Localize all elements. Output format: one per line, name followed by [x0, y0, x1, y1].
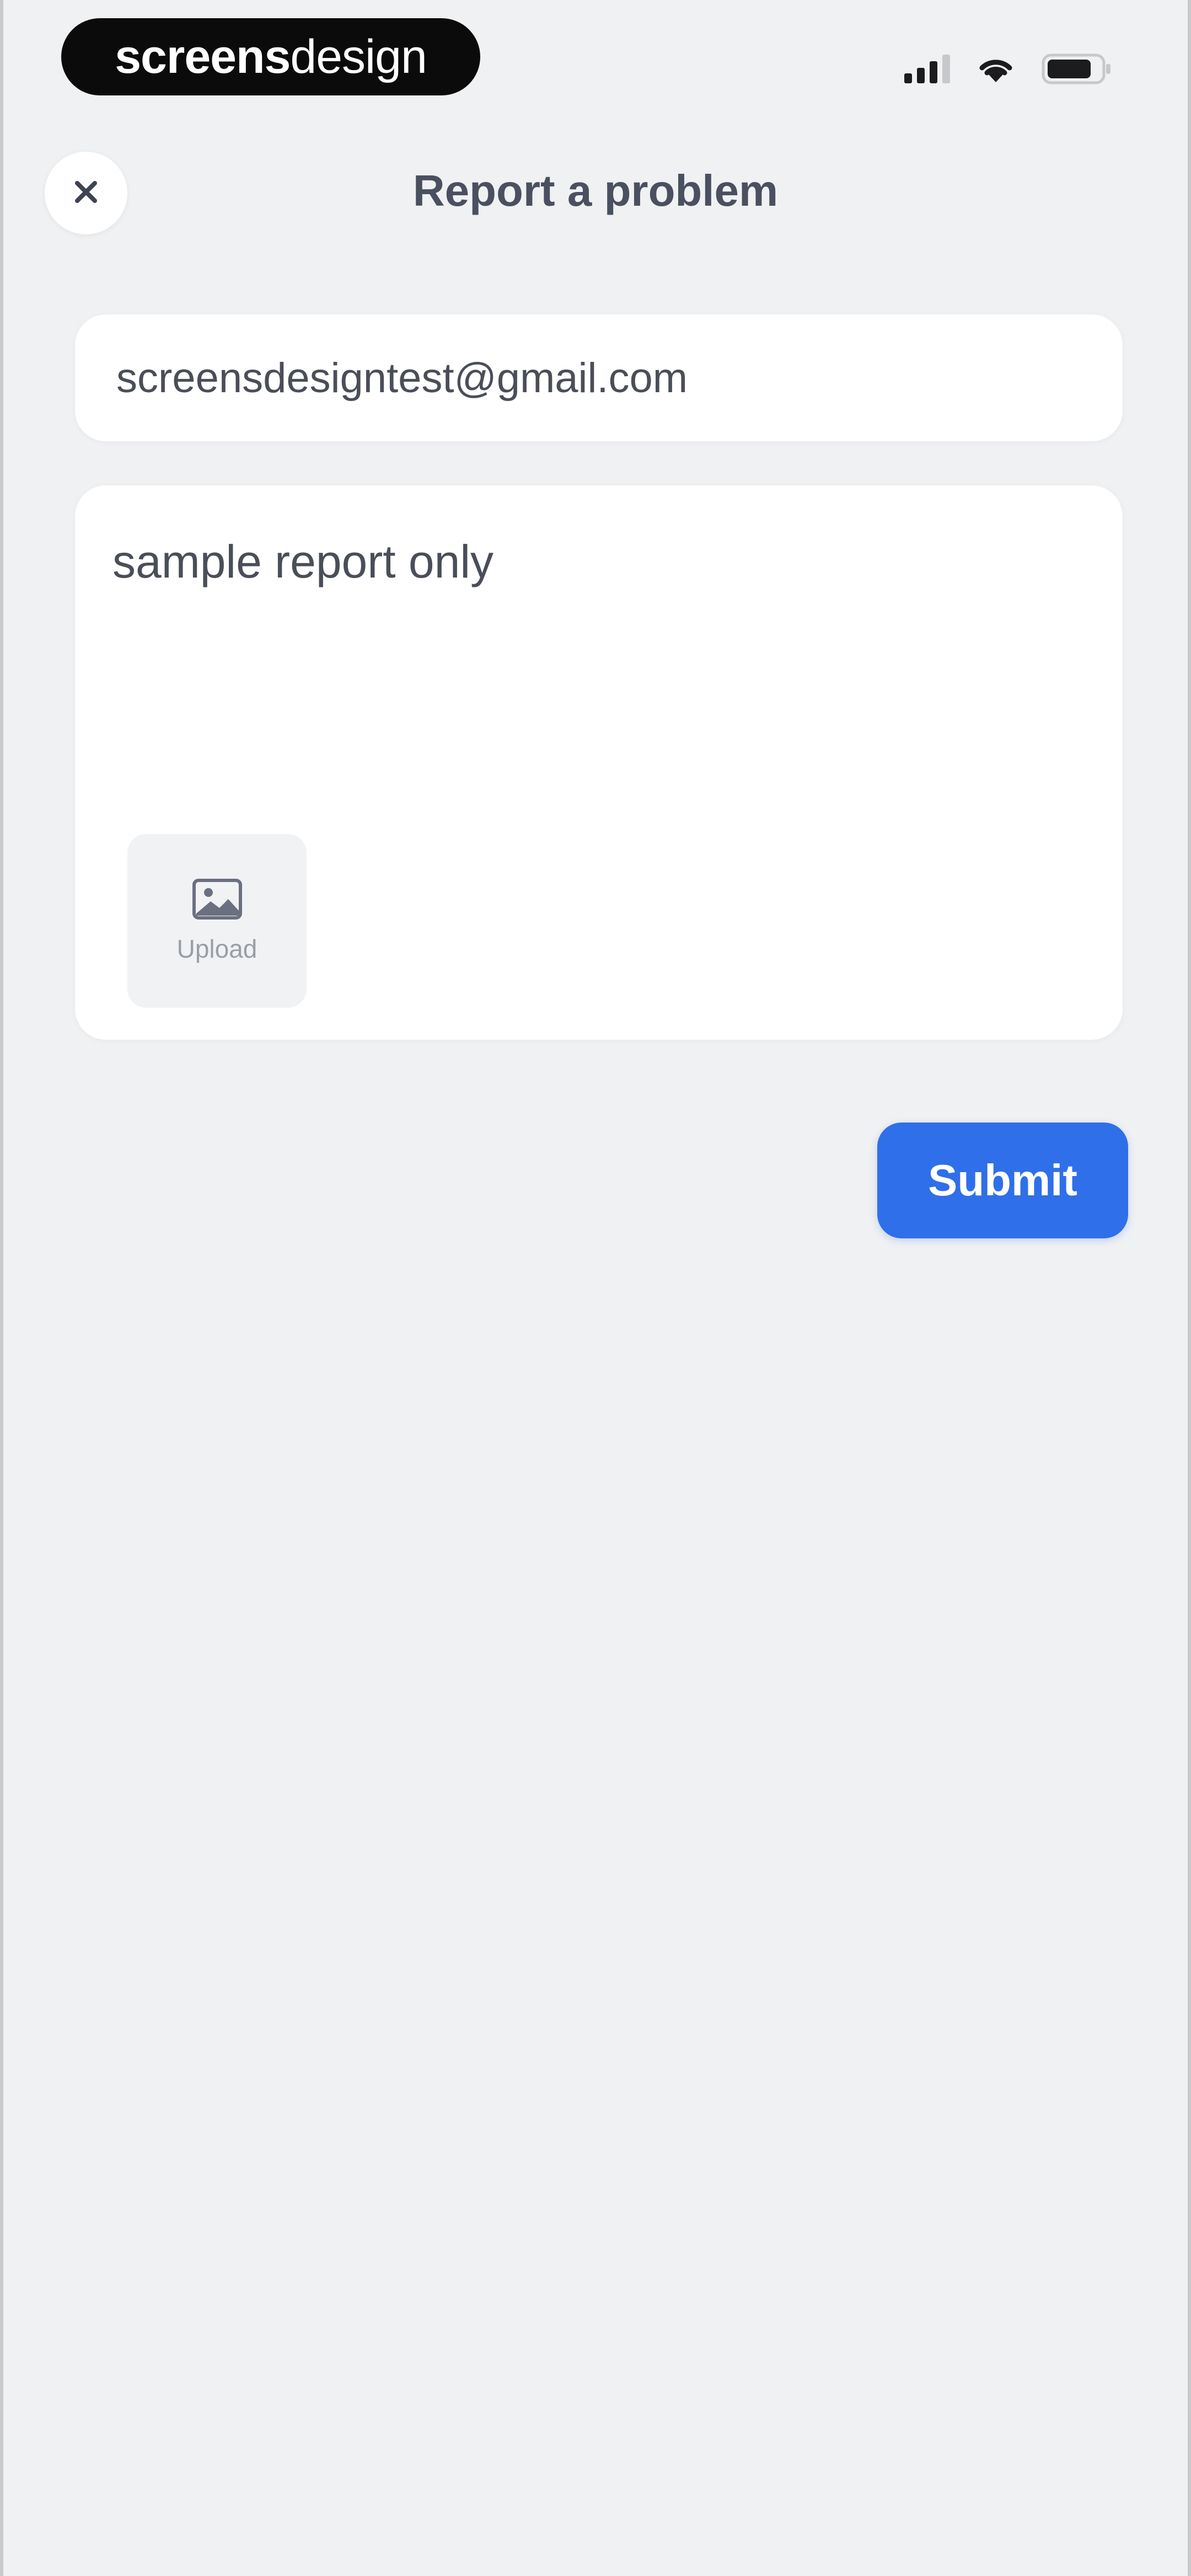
page-title: Report a problem	[412, 166, 779, 215]
brand-logo-light: design	[290, 30, 427, 83]
status-bar-icons	[904, 52, 1113, 85]
report-problem-screen: screens design Report a problem screensd…	[0, 0, 1191, 2576]
brand-logo-pill: screens design	[61, 18, 480, 95]
image-icon	[192, 878, 243, 923]
report-textarea[interactable]: sample report only Upload	[75, 485, 1123, 1040]
wifi-icon	[978, 55, 1014, 83]
upload-label: Upload	[176, 934, 257, 963]
submit-button-label: Submit	[927, 1156, 1078, 1205]
email-field-value: screensdesigntest@gmail.com	[116, 354, 688, 402]
signal-icon	[904, 55, 950, 83]
brand-logo-bold: screens	[115, 30, 291, 83]
email-field[interactable]: screensdesigntest@gmail.com	[75, 314, 1123, 441]
report-textarea-value: sample report only	[112, 536, 493, 587]
battery-icon	[1042, 54, 1113, 84]
submit-button[interactable]: Submit	[877, 1123, 1128, 1238]
upload-image-button[interactable]: Upload	[127, 834, 307, 1008]
